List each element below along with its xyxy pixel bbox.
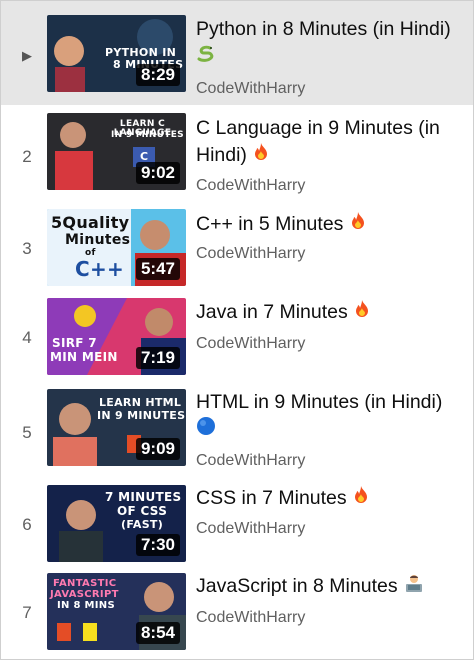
video-title[interactable]: HTML in 9 Minutes (in Hindi) (196, 389, 461, 444)
blue-circle-icon (196, 416, 216, 444)
video-thumbnail[interactable]: LEARN HTML IN 9 MINUTES 9:09 (47, 389, 186, 466)
c-logo: C (140, 150, 149, 163)
thumbnail-text: IN 9 MINUTES (97, 409, 186, 422)
channel-name[interactable]: CodeWithHarry (196, 609, 305, 627)
playlist-item-3[interactable]: 3 5Quality Minutes of C++ 5:47 C++ in 5 … (1, 201, 473, 289)
playlist-index: 3 (22, 239, 32, 258)
video-title[interactable]: Python in 8 Minutes (in Hindi) (196, 16, 461, 71)
video-thumbnail[interactable]: PYTHON IN 8 MINUTES 8:29 (47, 15, 186, 92)
thumbnail-text: PYTHON IN (105, 46, 177, 59)
play-arrow-icon: ▶ (22, 48, 32, 63)
playlist-index: 6 (22, 515, 32, 534)
video-thumbnail[interactable]: 7 MINUTES OF CSS (FAST) 7:30 (47, 485, 186, 562)
video-thumbnail[interactable]: FANTASTIC JAVASCRIPT IN 8 MINS 8:54 (47, 573, 186, 650)
channel-name[interactable]: CodeWithHarry (196, 80, 305, 98)
thumbnail-text: SIRF 7 (52, 336, 97, 350)
thumbnail-text: 7 MINUTES (105, 490, 182, 504)
video-title[interactable]: C++ in 5 Minutes (196, 211, 461, 239)
playlist-item-5[interactable]: 5 LEARN HTML IN 9 MINUTES 9:09 HTML in 9… (1, 381, 473, 481)
playlist-index: 2 (22, 147, 32, 166)
video-title-text: C Language in 9 Minutes (in Hindi) (196, 117, 440, 167)
thumbnail-text: IN 8 MINS (57, 600, 115, 611)
playlist-item-7[interactable]: 7 FANTASTIC JAVASCRIPT IN 8 MINS 8:54 Ja… (1, 567, 473, 659)
video-thumbnail[interactable]: SIRF 7 MIN MEIN 7:19 (47, 298, 186, 375)
duration-badge: 8:29 (135, 64, 180, 86)
video-title[interactable]: Java in 7 Minutes (196, 299, 461, 327)
channel-name[interactable]: CodeWithHarry (196, 335, 305, 353)
video-title-text: C++ in 5 Minutes (196, 213, 344, 236)
playlist-item-4[interactable]: 4 SIRF 7 MIN MEIN 7:19 Java in 7 Minutes… (1, 289, 473, 381)
thumbnail-text: LEARN HTML (99, 396, 182, 409)
fire-icon (252, 142, 270, 170)
thumbnail-text: FANTASTIC (53, 578, 117, 589)
duration-badge: 5:47 (135, 258, 180, 280)
thumbnail-text: JAVASCRIPT (50, 589, 119, 600)
snake-icon (196, 43, 216, 71)
duration-badge: 7:30 (135, 534, 180, 556)
channel-name[interactable]: CodeWithHarry (196, 177, 305, 195)
video-title-text: Python in 8 Minutes (in Hindi) (196, 18, 451, 40)
thumbnail-text: C++ (75, 257, 125, 281)
video-title[interactable]: JavaScript in 8 Minutes (196, 573, 461, 601)
playlist-index: 5 (22, 423, 32, 442)
video-thumbnail[interactable]: LEARN C LANGUAGE IN 9 MINUTES C 9:02 (47, 113, 186, 190)
thumbnail-text: (FAST) (121, 518, 164, 531)
fire-icon (349, 211, 367, 239)
thumbnail-text: 5Quality (51, 213, 130, 232)
duration-badge: 9:09 (135, 438, 180, 460)
video-thumbnail[interactable]: 5Quality Minutes of C++ 5:47 (47, 209, 186, 286)
channel-name[interactable]: CodeWithHarry (196, 452, 305, 470)
video-title-text: Java in 7 Minutes (196, 301, 348, 324)
channel-name[interactable]: CodeWithHarry (196, 245, 305, 263)
now-playing-indicator: ▶ (15, 45, 39, 65)
video-title[interactable]: CSS in 7 Minutes (196, 485, 461, 513)
video-title-text: JavaScript in 8 Minutes (196, 575, 398, 598)
video-title[interactable]: C Language in 9 Minutes (in Hindi) (196, 115, 461, 170)
thumbnail-text: IN 9 MINUTES (111, 130, 184, 140)
playlist-item-1[interactable]: ▶ PYTHON IN 8 MINUTES 8:29 Python in 8 M… (1, 1, 473, 105)
playlist-index: 4 (22, 328, 32, 347)
fire-icon (352, 485, 370, 513)
playlist-panel: ▶ PYTHON IN 8 MINUTES 8:29 Python in 8 M… (0, 0, 474, 660)
duration-badge: 8:54 (135, 622, 180, 644)
video-title-text: CSS in 7 Minutes (196, 487, 347, 510)
thumbnail-text: OF CSS (117, 504, 168, 518)
fire-icon (353, 299, 371, 327)
channel-name[interactable]: CodeWithHarry (196, 520, 305, 538)
duration-badge: 7:19 (135, 347, 180, 369)
playlist-item-6[interactable]: 6 7 MINUTES OF CSS (FAST) 7:30 CSS in 7 … (1, 481, 473, 567)
thumbnail-text: MIN MEIN (50, 350, 118, 364)
thumbnail-text: Minutes (65, 232, 131, 248)
video-title-text: HTML in 9 Minutes (in Hindi) (196, 391, 443, 413)
playlist-item-2[interactable]: 2 LEARN C LANGUAGE IN 9 MINUTES C 9:02 C… (1, 105, 473, 201)
duration-badge: 9:02 (135, 162, 180, 184)
technologist-icon (403, 573, 425, 601)
playlist-index: 7 (22, 603, 32, 622)
